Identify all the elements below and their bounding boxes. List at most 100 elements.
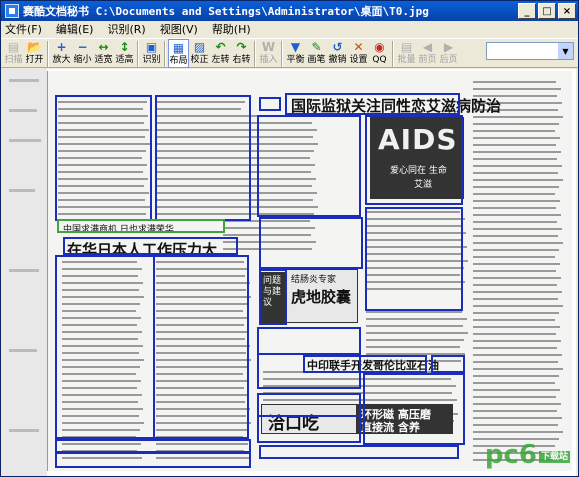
fit-width-icon: ↔ xyxy=(98,40,109,54)
toolbar-button-17[interactable]: ▤ 批量 xyxy=(396,39,417,68)
toolbar-button-16[interactable]: ◉ QQ xyxy=(369,39,390,68)
menu-file[interactable]: 文件(F) xyxy=(5,21,42,37)
layout-region-18[interactable] xyxy=(431,355,465,373)
zoom-select[interactable] xyxy=(486,42,574,60)
toolbar-separator xyxy=(47,41,49,67)
scan-text-line xyxy=(473,312,559,314)
scan-text-line xyxy=(473,382,555,384)
toolbar-button-5[interactable]: ↕ 适高 xyxy=(114,39,135,68)
scan-text-line xyxy=(473,256,555,258)
scan-text-line xyxy=(473,417,562,419)
toolbar-button-11[interactable]: W 插入 xyxy=(258,39,279,68)
toolbar-button-1[interactable]: 📂 打开 xyxy=(24,39,45,68)
layout-region-8[interactable] xyxy=(259,97,281,111)
prev-page-icon: ◀ xyxy=(422,40,433,54)
toolbar-button-9[interactable]: ↶ 左转 xyxy=(210,39,231,68)
scan-text-line xyxy=(473,347,557,349)
layout-region-3[interactable] xyxy=(63,237,238,255)
layout-region-22[interactable] xyxy=(259,445,459,459)
scan-text-line xyxy=(473,200,560,202)
toolbar-button-label: 插入 xyxy=(259,55,278,65)
scan-text-line xyxy=(473,396,556,398)
toolbar-separator xyxy=(164,41,166,67)
toolbar-button-14[interactable]: ↺ 撤销 xyxy=(327,39,348,68)
layout-region-6[interactable] xyxy=(55,439,251,453)
window-controls: _ □ × xyxy=(518,3,576,19)
menu-help[interactable]: 帮助(H) xyxy=(212,21,251,37)
scan-text-line xyxy=(473,144,556,146)
scan-text-line xyxy=(473,284,557,286)
rotate-left-icon: ↶ xyxy=(215,40,226,54)
scan-text-line xyxy=(366,346,460,348)
scan-text-line xyxy=(366,318,467,320)
toolbar-button-label: 识别 xyxy=(142,55,161,65)
layout-region-21[interactable] xyxy=(257,415,361,443)
recognize-icon: ▣ xyxy=(145,40,158,54)
toolbar-button-18[interactable]: ◀ 前页 xyxy=(417,39,438,68)
layout-region-13[interactable] xyxy=(259,217,363,269)
scan-left-margin xyxy=(3,69,47,476)
toolbar-button-0[interactable]: ▤ 扫描 xyxy=(3,39,24,68)
undo-icon: ↺ xyxy=(332,40,343,54)
toolbar-button-6[interactable]: ▣ 识别 xyxy=(141,39,162,68)
scan-text-line xyxy=(473,375,559,377)
toolbar-button-13[interactable]: ✎ 画笔 xyxy=(306,39,327,68)
scan-text-line xyxy=(473,158,557,160)
scan-text-line xyxy=(473,172,558,174)
menu-recognize[interactable]: 识别(R) xyxy=(107,21,145,37)
toolbar-button-10[interactable]: ↷ 右转 xyxy=(231,39,252,68)
toolbar-button-label: 平衡 xyxy=(286,55,305,65)
maximize-button[interactable]: □ xyxy=(538,3,556,19)
document-view[interactable]: 国际监狱关注同性恋艾滋病防治 在华日本人工作压力大 中国求满商机 日也求满荣华 … xyxy=(3,69,576,476)
balance-icon: ▼ xyxy=(290,40,301,54)
scan-text-line xyxy=(473,333,556,335)
close-button[interactable]: × xyxy=(558,3,576,19)
layout-region-12[interactable] xyxy=(365,207,463,311)
scan-text-line xyxy=(473,403,561,405)
toolbar-button-19[interactable]: ▶ 后页 xyxy=(438,39,459,68)
menu-edit[interactable]: 编辑(E) xyxy=(56,21,94,37)
toolbar-button-label: 撤销 xyxy=(328,55,347,65)
scanner-icon: ▤ xyxy=(7,40,20,54)
layout-region-14[interactable] xyxy=(259,269,287,325)
toolbar-button-label: 打开 xyxy=(25,55,44,65)
layout-region-9[interactable] xyxy=(285,93,460,115)
watermark-text: pc6 xyxy=(484,440,537,470)
toolbar-button-3[interactable]: − 缩小 xyxy=(72,39,93,68)
layout-region-5[interactable] xyxy=(153,255,249,439)
layout-region-2[interactable] xyxy=(57,219,225,233)
insert-icon: W xyxy=(261,40,276,54)
layout-region-7[interactable] xyxy=(55,452,251,468)
toolbar-button-label: QQ xyxy=(372,55,387,65)
layout-region-0[interactable] xyxy=(55,95,152,221)
layout-region-11[interactable] xyxy=(365,115,463,205)
scan-text-line xyxy=(473,298,558,300)
toolbar-button-4[interactable]: ↔ 适宽 xyxy=(93,39,114,68)
layout-region-10[interactable] xyxy=(257,115,361,217)
minimize-button[interactable]: _ xyxy=(518,3,536,19)
toolbar-button-8[interactable]: ▨ 校正 xyxy=(189,39,210,68)
layout-region-19[interactable] xyxy=(363,373,465,445)
scan-text-line xyxy=(366,339,464,341)
toolbar-button-label: 适高 xyxy=(115,55,134,65)
layout-region-4[interactable] xyxy=(55,255,155,439)
toolbar-button-label: 后页 xyxy=(439,55,458,65)
layout-region-15[interactable] xyxy=(257,327,361,355)
menu-view[interactable]: 视图(V) xyxy=(160,21,198,37)
fit-height-icon: ↕ xyxy=(119,40,130,54)
layout-region-17[interactable] xyxy=(303,355,427,373)
toolbar-button-7[interactable]: ▦ 布局 xyxy=(168,39,189,68)
toolbar-button-label: 适宽 xyxy=(94,55,113,65)
scan-text-line xyxy=(473,326,560,328)
scan-text-line xyxy=(473,389,560,391)
layout-region-1[interactable] xyxy=(155,95,251,221)
toolbar-button-label: 布局 xyxy=(169,56,188,66)
toolbar-button-15[interactable]: ✕ 设置 xyxy=(348,39,369,68)
layout-region-20[interactable] xyxy=(257,393,361,417)
ad-capsule-title: 虎地胶囊 xyxy=(291,288,352,306)
title-bar[interactable]: 赛酷文档秘书 C:\Documents and Settings\Adminis… xyxy=(1,1,578,21)
scan-text-line xyxy=(473,235,558,237)
toolbar-button-2[interactable]: + 放大 xyxy=(51,39,72,68)
toolbar-button-label: 右转 xyxy=(232,55,251,65)
toolbar-button-12[interactable]: ▼ 平衡 xyxy=(285,39,306,68)
